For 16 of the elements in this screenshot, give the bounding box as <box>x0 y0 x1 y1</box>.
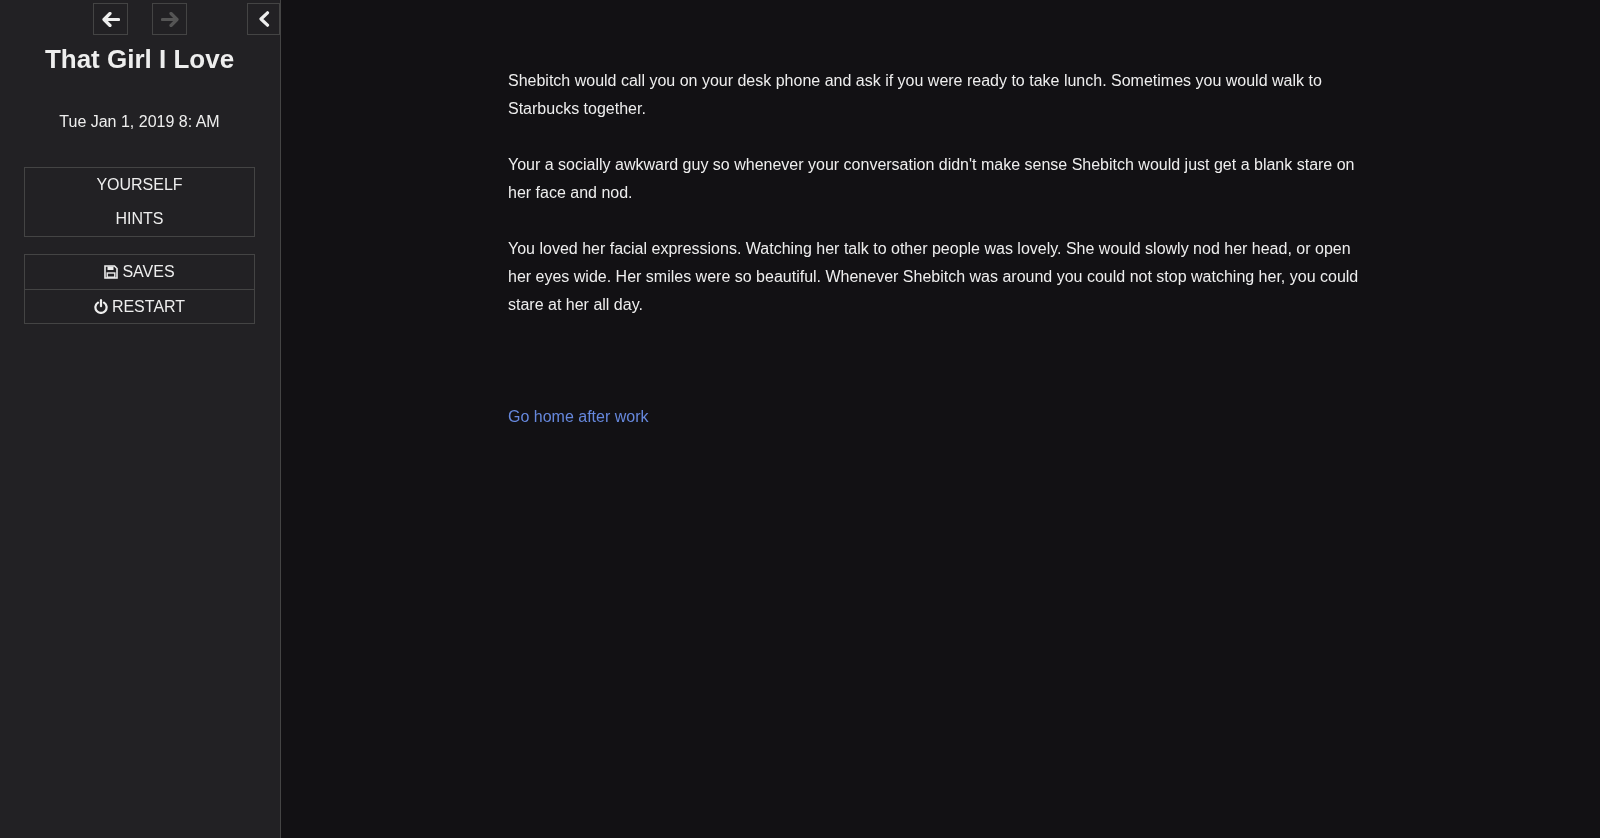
arrow-right-icon <box>160 11 179 27</box>
choice-link[interactable]: Go home after work <box>508 403 649 431</box>
passage-paragraph: Shebitch would call you on your desk phone and ask if you were ready to take lunch. Sometimes you would walk to Starbucks together. <box>508 71 1323 119</box>
saves-button[interactable]: SAVES <box>25 255 254 289</box>
restart-button[interactable]: RESTART <box>25 289 254 323</box>
arrow-left-icon <box>101 11 120 27</box>
story-title: That Girl I Love <box>43 44 236 75</box>
power-icon <box>93 299 108 314</box>
back-button[interactable] <box>93 3 128 35</box>
passage-paragraph: Your a socially awkward guy so whenever your conversation didn't make sense Shebitch would just get a blank stare on her face and nod. <box>508 155 1356 203</box>
menu-link[interactable]: YOURSELF <box>25 168 254 202</box>
menu-link[interactable]: HINTS <box>25 202 254 236</box>
collapse-button[interactable] <box>247 3 280 35</box>
chevron-left-icon <box>257 11 270 27</box>
story-date: Tue Jan 1, 2019 8: AM <box>58 112 221 132</box>
passage-paragraph: You loved her facial expressions. Watching her talk to other people was lovely. She would slowly nod her head, or open her eyes wide. Her smiles were so beautiful. Whenever Shebitch was around you could not stop watching her, you could stare at her all day. <box>508 239 1360 315</box>
